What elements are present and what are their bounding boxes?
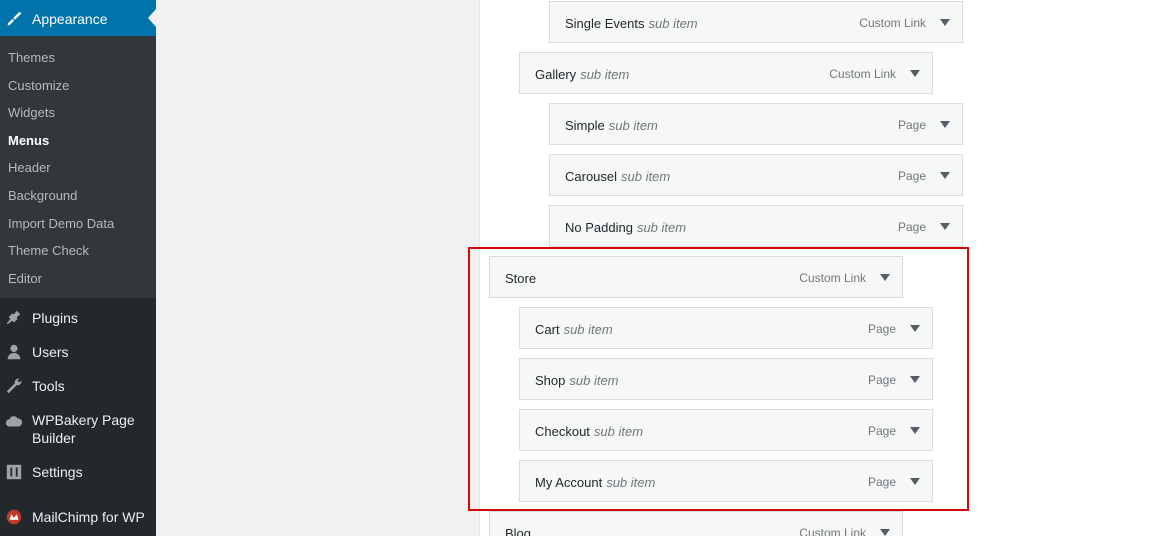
chevron-down-icon[interactable] — [880, 529, 890, 536]
menu-item-title: Blog — [505, 526, 532, 536]
menu-item-blog[interactable]: Blog Custom Link — [489, 511, 903, 536]
menu-item-type: Custom Link — [799, 526, 866, 536]
submenu-themes[interactable]: Themes — [8, 50, 55, 65]
menu-item-title: Gallery sub item — [535, 67, 630, 82]
chevron-down-icon[interactable] — [940, 121, 950, 128]
menu-item-type: Custom Link — [829, 67, 896, 81]
sidebar-item-wpbakery[interactable]: WPBakery Page Builder — [0, 411, 156, 449]
sidebar-item-appearance[interactable]: Appearance — [0, 0, 156, 36]
submenu-theme-check[interactable]: Theme Check — [8, 243, 89, 258]
sidebar-item-label: WPBakery Page Builder — [32, 412, 135, 446]
menu-item-title: Simple sub item — [565, 118, 658, 133]
admin-sidebar: Appearance Themes Customize Widgets Menu… — [0, 0, 156, 536]
sidebar-item-plugins[interactable]: Plugins — [0, 309, 156, 329]
menu-item-title: Single Events sub item — [565, 16, 698, 31]
sidebar-item-label: Settings — [32, 464, 83, 480]
sidebar-item-label: Users — [32, 344, 69, 360]
menu-item-type: Page — [897, 220, 926, 234]
sidebar-item-label: Tools — [32, 378, 65, 394]
sidebar-item-label: Plugins — [32, 310, 78, 326]
chevron-down-icon[interactable] — [940, 223, 950, 230]
chevron-down-icon[interactable] — [910, 70, 920, 77]
submenu-menus[interactable]: Menus — [8, 133, 49, 148]
chevron-down-icon[interactable] — [940, 172, 950, 179]
menu-item-title: No Padding sub item — [565, 220, 687, 235]
menu-item-type: Custom Link — [859, 16, 926, 30]
menu-item-title: Carousel sub item — [565, 169, 671, 184]
cloud-icon — [5, 416, 23, 427]
sidebar-item-mailchimp[interactable]: MailChimp for WP — [0, 508, 156, 528]
paintbrush-icon — [7, 11, 22, 26]
menu-item-type: Page — [897, 118, 926, 132]
submenu-import-demo-data[interactable]: Import Demo Data — [8, 216, 114, 231]
menu-item-type: Page — [897, 169, 926, 183]
plugin-icon — [6, 310, 21, 325]
active-indicator — [148, 9, 156, 27]
mailchimp-icon — [6, 509, 22, 525]
menu-item-simple[interactable]: Simple sub item Page — [549, 103, 963, 145]
menu-item-no-padding[interactable]: No Padding sub item Page — [549, 205, 963, 247]
sidebar-item-users[interactable]: Users — [0, 343, 156, 363]
submenu-customize[interactable]: Customize — [8, 78, 69, 93]
chevron-down-icon[interactable] — [940, 19, 950, 26]
menu-item-single-events[interactable]: Single Events sub item Custom Link — [549, 1, 963, 43]
settings-icon — [6, 464, 22, 480]
submenu-editor[interactable]: Editor — [8, 271, 42, 286]
appearance-submenu: Themes Customize Widgets Menus Header Ba… — [0, 36, 156, 298]
sidebar-item-label: MailChimp for WP — [32, 509, 145, 525]
sidebar-item-settings[interactable]: Settings — [0, 463, 156, 483]
highlight-box — [468, 247, 969, 511]
sidebar-item-tools[interactable]: Tools — [0, 377, 156, 397]
submenu-background[interactable]: Background — [8, 188, 77, 203]
menu-item-gallery[interactable]: Gallery sub item Custom Link — [519, 52, 933, 94]
wrench-icon — [6, 378, 22, 394]
user-icon — [7, 344, 21, 360]
submenu-widgets[interactable]: Widgets — [8, 105, 55, 120]
submenu-header[interactable]: Header — [8, 160, 51, 175]
sidebar-item-label: Appearance — [32, 11, 108, 27]
menu-item-carousel[interactable]: Carousel sub item Page — [549, 154, 963, 196]
